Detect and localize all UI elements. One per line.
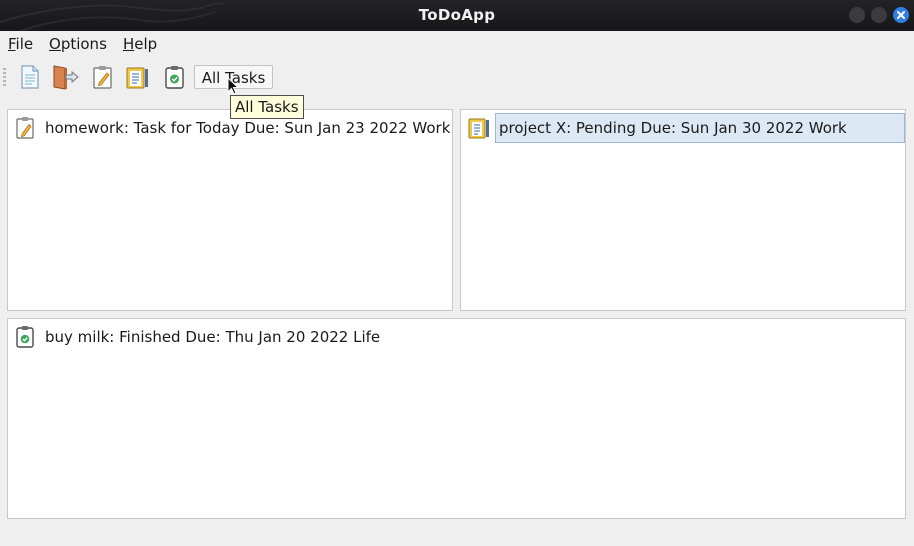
toolbar-grip[interactable] [3, 68, 6, 86]
pending-list-icon [468, 118, 489, 139]
menu-file[interactable]: File [8, 35, 33, 53]
new-task-button[interactable] [17, 64, 43, 90]
maximize-button[interactable] [871, 7, 887, 23]
edit-task-icon [93, 66, 112, 89]
edit-task-icon [16, 117, 34, 139]
today-tasks-list[interactable]: homework: Task for Today Due: Sun Jan 23… [7, 109, 453, 311]
title-bar: ToDoApp [0, 0, 914, 31]
task-text: project X: Pending Due: Sun Jan 30 2022 … [495, 113, 905, 143]
finished-check-icon [16, 326, 34, 348]
tooltip: All Tasks [230, 95, 304, 119]
menu-help[interactable]: Help [123, 35, 157, 53]
finished-tasks-button[interactable] [162, 64, 188, 90]
exit-button[interactable] [51, 64, 79, 90]
finished-check-icon [165, 66, 184, 89]
menu-options[interactable]: Options [49, 35, 107, 53]
pending-list-icon [126, 67, 148, 89]
minimize-button[interactable] [849, 7, 865, 23]
pending-tasks-button[interactable] [124, 64, 150, 90]
toolbar [0, 58, 914, 96]
window-title: ToDoApp [418, 6, 496, 24]
new-document-icon [21, 65, 39, 89]
mouse-cursor-icon [227, 77, 240, 95]
close-icon [897, 11, 905, 19]
list-item[interactable]: buy milk: Finished Due: Thu Jan 20 2022 … [14, 323, 905, 351]
today-tasks-button[interactable] [90, 64, 116, 90]
task-text: buy milk: Finished Due: Thu Jan 20 2022 … [45, 328, 381, 346]
menu-bar: File Options Help [0, 31, 914, 57]
list-item-selected[interactable]: project X: Pending Due: Sun Jan 30 2022 … [467, 113, 905, 143]
exit-door-icon [53, 65, 79, 90]
finished-tasks-list[interactable]: buy milk: Finished Due: Thu Jan 20 2022 … [7, 318, 906, 519]
pending-tasks-list[interactable]: project X: Pending Due: Sun Jan 30 2022 … [460, 109, 906, 311]
close-button[interactable] [893, 7, 909, 23]
